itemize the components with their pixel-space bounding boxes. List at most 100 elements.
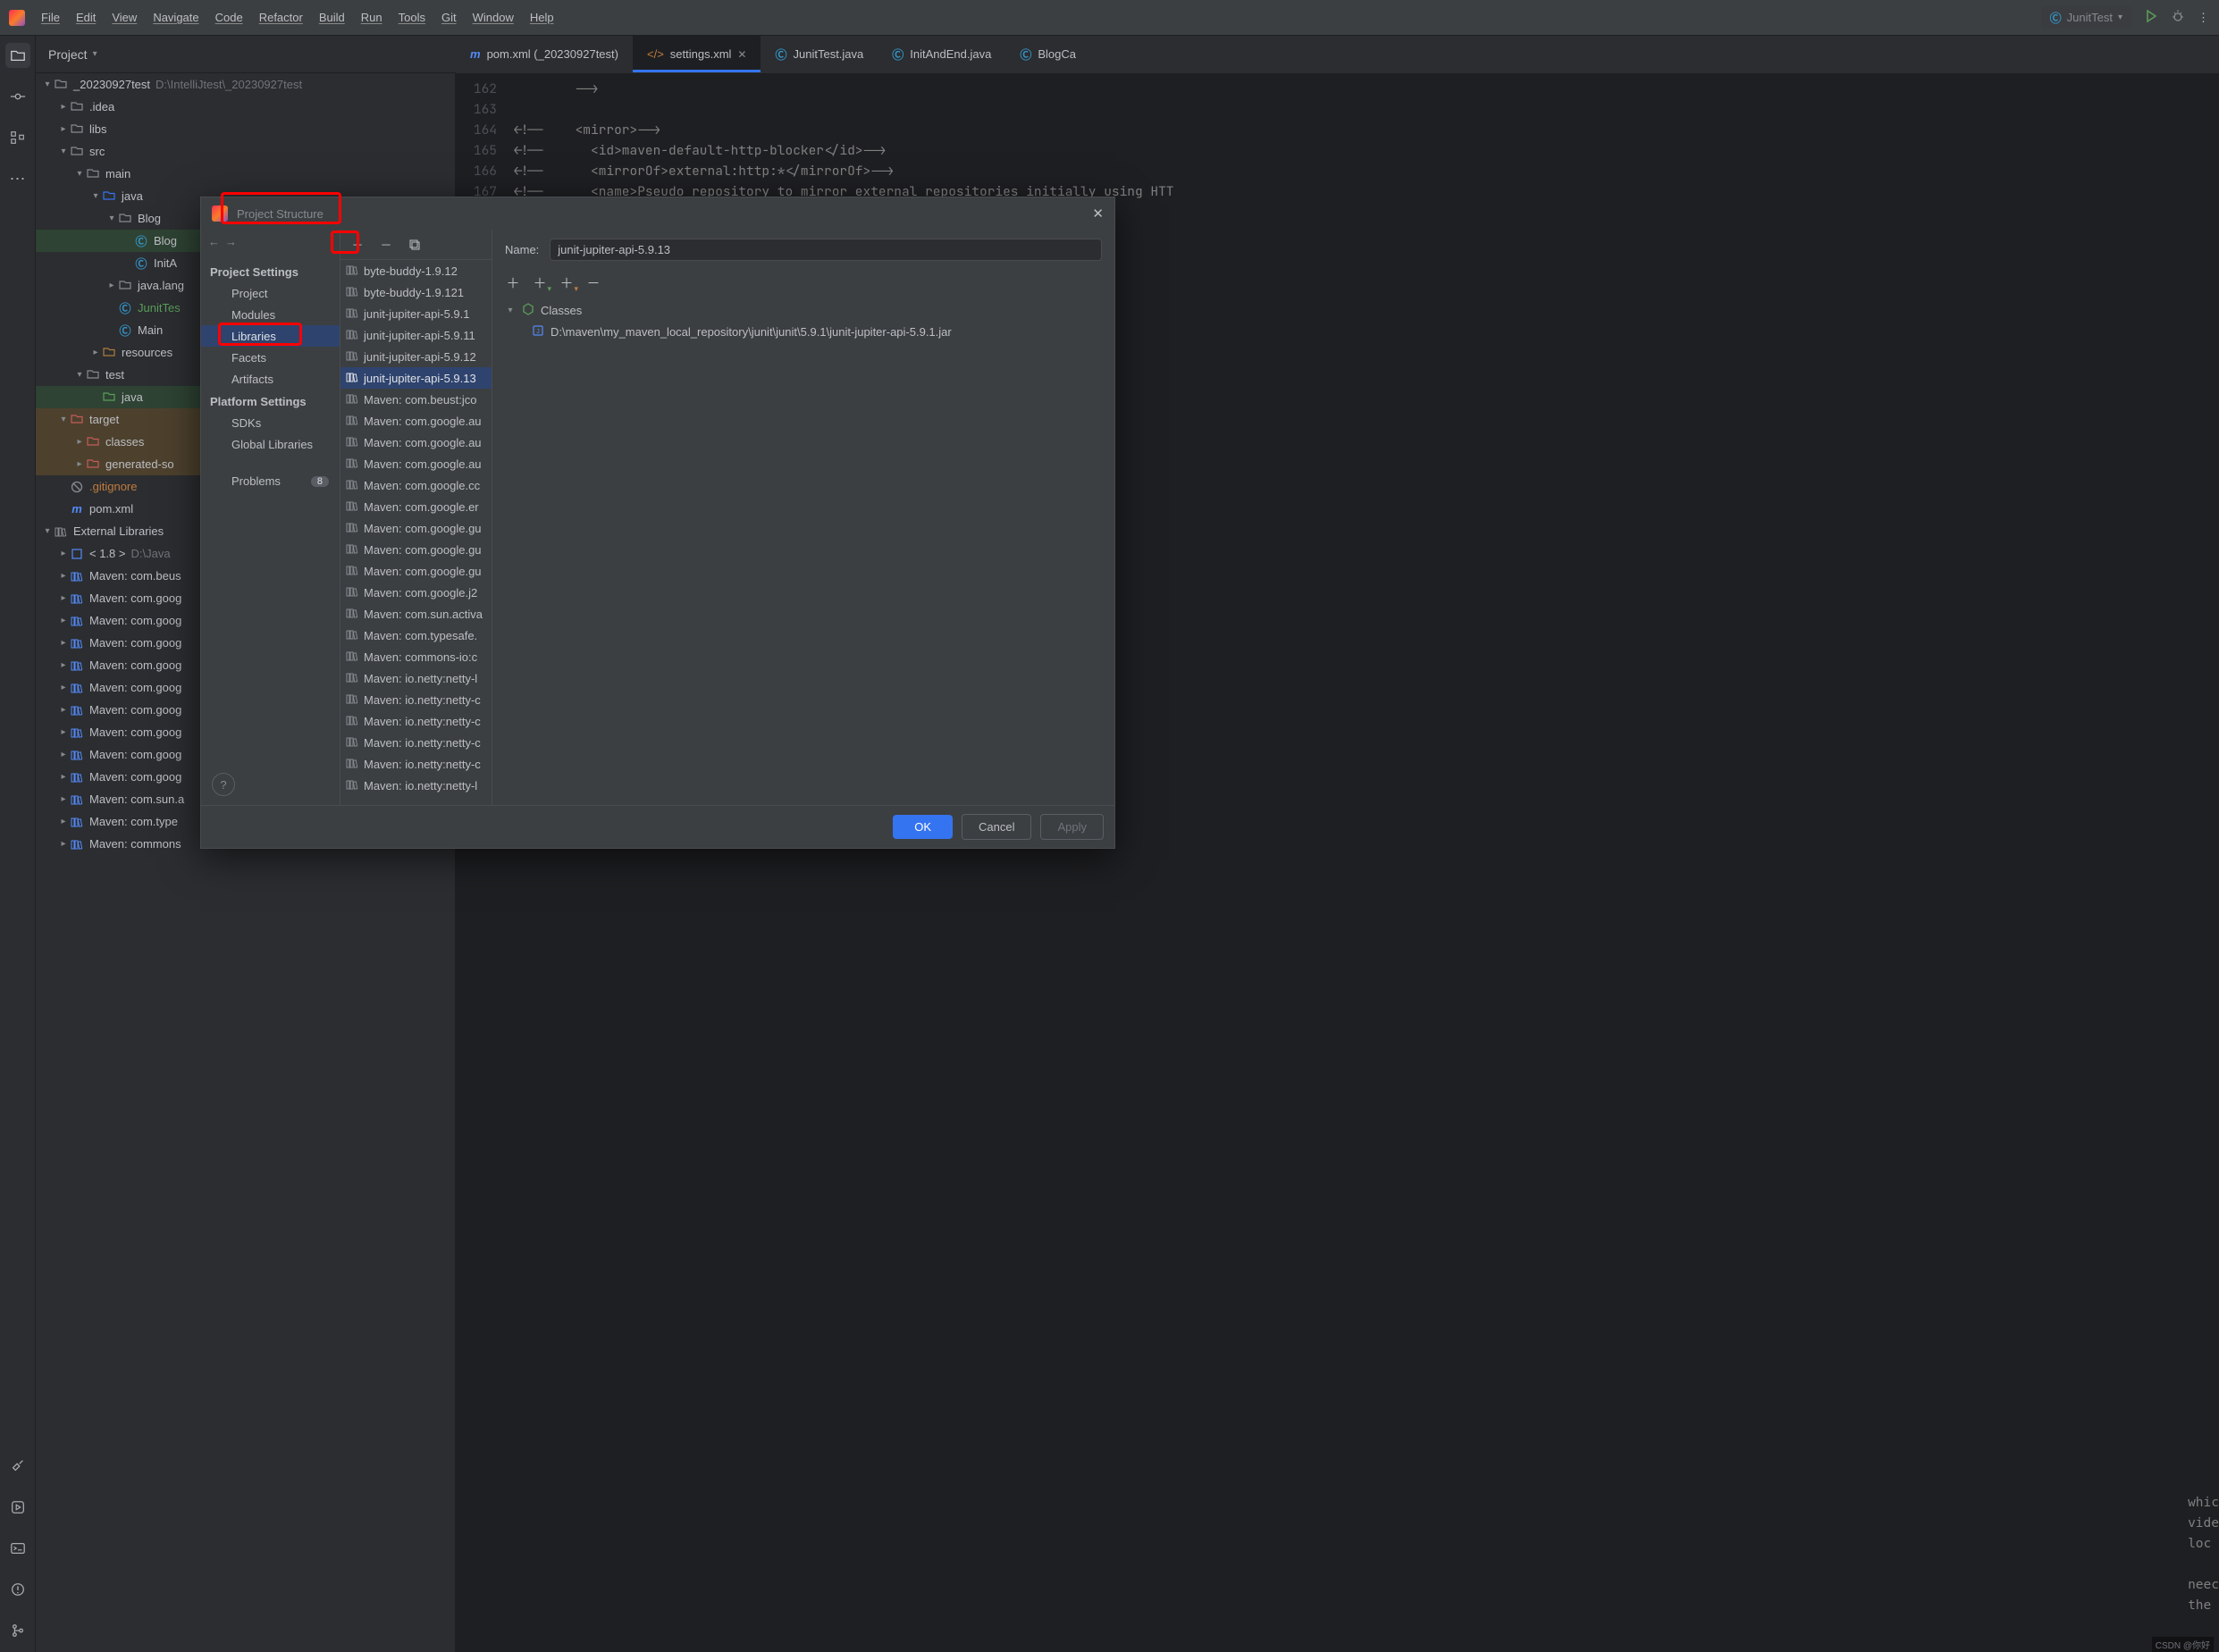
tree-row[interactable]: ▸libs [36,118,455,140]
remove-library-button[interactable]: － [376,235,396,255]
caret-icon[interactable]: ▸ [57,817,70,826]
caret-icon[interactable]: ▾ [57,147,70,156]
project-tool-header[interactable]: Project ▾ [36,36,456,73]
more-menu-icon[interactable]: ⋮ [2198,11,2210,25]
project-tool-button[interactable] [5,43,30,68]
help-button[interactable]: ? [212,773,235,796]
library-item[interactable]: Maven: com.google.gu [340,539,492,560]
add-root-button[interactable]: ＋ [505,273,521,292]
vcs-tool-button[interactable] [5,1618,30,1643]
menu-view[interactable]: View [112,11,137,24]
library-item[interactable]: Maven: io.netty:netty-l [340,775,492,796]
debug-button[interactable] [2171,9,2185,26]
code-line[interactable]: --> [513,79,599,99]
ok-button[interactable]: OK [893,815,953,839]
nav-back-button[interactable]: ← [208,235,220,248]
remove-root-button[interactable]: － [585,273,601,292]
jar-path[interactable]: D:\maven\my_maven_local_repository\junit… [551,325,952,339]
run-configuration-selector[interactable]: Ⓒ JunitTest ▾ [2041,6,2131,29]
library-item[interactable]: Maven: com.google.cc [340,474,492,496]
build-tool-button[interactable] [5,1454,30,1479]
menu-build[interactable]: Build [319,11,345,24]
commit-tool-button[interactable] [5,84,30,109]
caret-icon[interactable]: ▸ [57,102,70,112]
nav-problems[interactable]: Problems 8 [201,471,340,491]
caret-icon[interactable]: ▸ [57,616,70,625]
library-item[interactable]: Maven: com.google.j2 [340,582,492,603]
menu-edit[interactable]: Edit [76,11,96,24]
add-excluded-button[interactable]: ＋▾ [532,273,548,292]
tree-row[interactable]: ▸.idea [36,96,455,118]
editor-tab[interactable]: </>settings.xml✕ [633,36,761,72]
problems-tool-button[interactable] [5,1577,30,1602]
nav-sdks[interactable]: SDKs [201,412,340,433]
caret-icon[interactable]: ▸ [57,124,70,134]
caret-icon[interactable]: ▸ [57,772,70,782]
caret-icon[interactable]: ▾ [57,415,70,424]
library-list[interactable]: byte-buddy-1.9.12byte-buddy-1.9.121junit… [340,260,492,805]
caret-icon[interactable]: ▸ [57,705,70,715]
caret-icon[interactable]: ▸ [57,727,70,737]
menu-help[interactable]: Help [530,11,554,24]
library-item[interactable]: Maven: com.typesafe. [340,625,492,646]
library-item[interactable]: junit-jupiter-api-5.9.11 [340,324,492,346]
library-item[interactable]: junit-jupiter-api-5.9.12 [340,346,492,367]
structure-tool-button[interactable] [5,125,30,150]
nav-modules[interactable]: Modules [201,304,340,325]
menu-git[interactable]: Git [441,11,457,24]
library-item[interactable]: Maven: com.google.au [340,453,492,474]
library-item[interactable]: Maven: com.google.gu [340,517,492,539]
tree-row[interactable]: ▾main [36,163,455,185]
caret-icon[interactable]: ▸ [57,660,70,670]
nav-global-libraries[interactable]: Global Libraries [201,433,340,455]
library-item[interactable]: byte-buddy-1.9.121 [340,281,492,303]
library-item[interactable]: Maven: commons-io:c [340,646,492,667]
tree-row[interactable]: ▾src [36,140,455,163]
caret-icon[interactable]: ▾ [41,80,54,89]
editor-tab[interactable]: ⒸInitAndEnd.java [878,36,1005,72]
caret-icon[interactable]: ▸ [57,839,70,849]
library-item[interactable]: Maven: io.netty:netty-c [340,753,492,775]
caret-icon[interactable]: ▸ [57,750,70,759]
caret-icon[interactable]: ▾ [105,214,118,223]
menu-refactor[interactable]: Refactor [259,11,303,24]
library-item[interactable]: Maven: com.beust:jco [340,389,492,410]
editor-tab[interactable]: ⒸBlogCa [1005,36,1090,72]
menu-tools[interactable]: Tools [399,11,425,24]
copy-library-button[interactable] [405,235,424,255]
menu-window[interactable]: Window [473,11,514,24]
library-item[interactable]: Maven: io.netty:netty-l [340,667,492,689]
library-content-tree[interactable]: ▾ Classes J D:\maven\my_maven_local_repo… [505,299,1102,342]
nav-forward-button[interactable]: → [225,235,237,248]
caret-icon[interactable]: ▸ [57,638,70,648]
library-item[interactable]: junit-jupiter-api-5.9.13 [340,367,492,389]
caret-icon[interactable]: ▾ [73,169,86,179]
editor-tab[interactable]: mpom.xml (_20230927test) [456,36,633,72]
tree-row[interactable]: ▾_20230927testD:\IntelliJtest\_20230927t… [36,73,455,96]
caret-icon[interactable]: ▸ [73,459,86,469]
menu-file[interactable]: File [41,11,60,24]
library-item[interactable]: Maven: com.sun.activa [340,603,492,625]
menu-code[interactable]: Code [215,11,243,24]
library-name-input[interactable] [550,239,1102,261]
library-item[interactable]: junit-jupiter-api-5.9.1 [340,303,492,324]
nav-project[interactable]: Project [201,282,340,304]
library-item[interactable]: Maven: com.google.au [340,410,492,432]
terminal-tool-button[interactable] [5,1536,30,1561]
caret-icon[interactable]: ▸ [57,593,70,603]
caret-icon[interactable]: ▾ [89,191,102,201]
code-line[interactable]: <!-- <mirror>--> [513,120,660,140]
editor-tab[interactable]: ⒸJunitTest.java [761,36,878,72]
library-item[interactable]: Maven: com.google.gu [340,560,492,582]
nav-facets[interactable]: Facets [201,347,340,368]
nav-artifacts[interactable]: Artifacts [201,368,340,390]
code-editor[interactable]: 162 -->163164<!-- <mirror>-->165<!-- <id… [456,73,2219,207]
caret-icon[interactable]: ▸ [57,549,70,558]
more-tools-button[interactable]: ⋯ [5,166,30,191]
caret-icon[interactable]: ▸ [57,571,70,581]
library-item[interactable]: Maven: com.google.au [340,432,492,453]
run-button[interactable] [2144,9,2158,26]
caret-icon[interactable]: ▸ [105,281,118,290]
library-item[interactable]: Maven: io.netty:netty-c [340,689,492,710]
library-item[interactable]: Maven: com.google.er [340,496,492,517]
